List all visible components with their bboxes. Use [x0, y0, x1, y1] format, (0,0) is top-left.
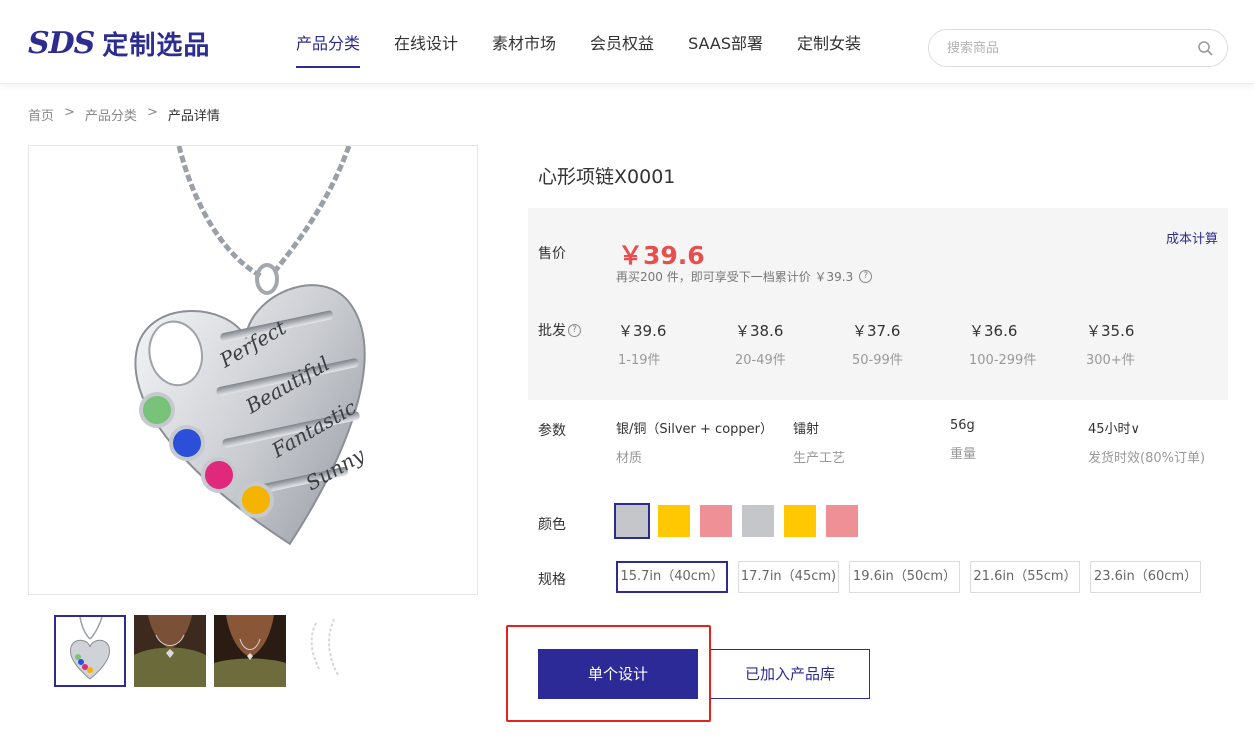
tier-5: ￥35.6 300+件: [1086, 320, 1135, 368]
nav-item-product-category[interactable]: 产品分类: [296, 0, 361, 84]
spec-option-45cm[interactable]: 17.7in（45cm): [738, 561, 839, 593]
cost-calculation-link[interactable]: 成本计算: [1166, 228, 1218, 247]
param-weight: 56g 重量: [950, 418, 976, 462]
thumbnail-heart-necklace[interactable]: [54, 615, 126, 687]
help-icon[interactable]: ?: [859, 270, 873, 283]
search-icon[interactable]: [1197, 40, 1213, 56]
param-value: 银/铜（Silver + copper）: [616, 422, 773, 437]
breadcrumb: 首页 > 产品分类 > 产品详情: [28, 105, 230, 124]
breadcrumb-separator: >: [146, 105, 158, 120]
wholesale-label-group: 批发 ?: [538, 320, 581, 340]
tier-price: ￥37.6: [852, 322, 901, 340]
spec-option-50cm[interactable]: 19.6in（50cm）: [849, 561, 960, 593]
search-box: [928, 29, 1228, 67]
spec-option-40cm[interactable]: 15.7in（40cm）: [616, 561, 728, 593]
thumbnail-model-photo-1[interactable]: [134, 615, 206, 687]
tier-price: ￥38.6: [735, 322, 784, 340]
param-label: 生产工艺: [793, 451, 846, 466]
tier-quantity: 100-299件: [969, 353, 1037, 368]
params-label: 参数: [538, 423, 566, 439]
nav-item-member-benefits[interactable]: 会员权益: [590, 0, 654, 84]
spec-option-60cm[interactable]: 23.6in（60cm）: [1090, 561, 1201, 593]
color-swatch[interactable]: [826, 505, 858, 537]
param-label: 重量: [950, 447, 977, 462]
tier-2: ￥38.6 20-49件: [735, 320, 786, 368]
logo-text: 定制选品: [102, 30, 211, 61]
price-note-text: 再买200 件，即可享受下一档累计价 ￥39.3: [616, 270, 854, 284]
tier-3: ￥37.6 50-99件: [852, 320, 903, 368]
spec-option-55cm[interactable]: 21.6in（55cm）: [970, 561, 1080, 593]
param-shipping-time[interactable]: 45小时∨ 发货时效(80%订单): [1088, 418, 1205, 466]
product-title: 心形项链X0001: [538, 166, 676, 188]
tier-price: ￥36.6: [969, 322, 1018, 340]
param-label: 发货时效(80%订单): [1088, 451, 1206, 466]
color-label: 颜色: [538, 517, 566, 533]
thumbnail-chain-detail[interactable]: [294, 615, 366, 687]
nav-item-saas-deploy[interactable]: SAAS部署: [688, 0, 763, 84]
top-header: SDS 定制选品 产品分类 在线设计 素材市场 会员权益 SAAS部署 定制女装: [0, 0, 1254, 84]
added-to-library-button[interactable]: 已加入产品库: [710, 649, 870, 699]
breadcrumb-home[interactable]: 首页: [28, 105, 54, 124]
tier-1: ￥39.6 1-19件: [618, 320, 666, 368]
search-input[interactable]: [947, 38, 1187, 58]
breadcrumb-category[interactable]: 产品分类: [85, 105, 137, 124]
tier-quantity: 300+件: [1086, 353, 1135, 368]
product-main-image[interactable]: Perfect Beautiful Fantastic Sunny: [28, 145, 478, 595]
param-label: 材质: [616, 451, 643, 466]
heart-necklace-image: Perfect Beautiful Fantastic Sunny: [134, 146, 369, 546]
price-panel: 售价 ￥39.6 再买200 件，即可享受下一档累计价 ￥39.3 ? 成本计算…: [528, 208, 1228, 400]
thumbnail-model-photo-2[interactable]: [214, 615, 286, 687]
color-swatch[interactable]: [742, 505, 774, 537]
param-material: 银/铜（Silver + copper） 材质: [616, 418, 773, 466]
color-swatch[interactable]: [614, 503, 650, 539]
spec-label: 规格: [538, 572, 566, 588]
nav-item-material-market[interactable]: 素材市场: [492, 0, 556, 84]
logo-mark: SDS: [28, 25, 95, 61]
main-nav: 产品分类 在线设计 素材市场 会员权益 SAAS部署 定制女装: [296, 0, 895, 84]
color-swatch[interactable]: [784, 505, 816, 537]
breadcrumb-current: 产品详情: [167, 109, 220, 124]
nav-item-custom-womenswear[interactable]: 定制女装: [797, 0, 861, 84]
param-value: 56g: [950, 418, 975, 433]
price-label: 售价: [538, 246, 566, 262]
color-swatch[interactable]: [700, 505, 732, 537]
sale-price: ￥39.6: [618, 241, 705, 270]
tier-price: ￥35.6: [1086, 322, 1135, 340]
single-design-button[interactable]: 单个设计: [538, 649, 698, 699]
wholesale-label: 批发: [538, 323, 566, 339]
tier-quantity: 50-99件: [852, 353, 903, 368]
tier-price: ￥39.6: [618, 322, 667, 340]
tier-quantity: 1-19件: [618, 353, 661, 368]
color-swatch[interactable]: [658, 505, 690, 537]
thumbnail-strip: [54, 615, 374, 687]
site-logo[interactable]: SDS 定制选品: [28, 25, 211, 61]
nav-item-online-design[interactable]: 在线设计: [394, 0, 458, 84]
tier-quantity: 20-49件: [735, 353, 786, 368]
price-note: 再买200 件，即可享受下一档累计价 ￥39.3 ?: [616, 268, 873, 285]
tier-4: ￥36.6 100-299件: [969, 320, 1036, 368]
breadcrumb-separator: >: [64, 105, 75, 120]
param-value: 镭射: [793, 422, 820, 437]
param-value: 45小时∨: [1088, 422, 1141, 437]
wholesale-help-icon[interactable]: ?: [568, 323, 581, 337]
param-process: 镭射 生产工艺: [793, 418, 845, 466]
